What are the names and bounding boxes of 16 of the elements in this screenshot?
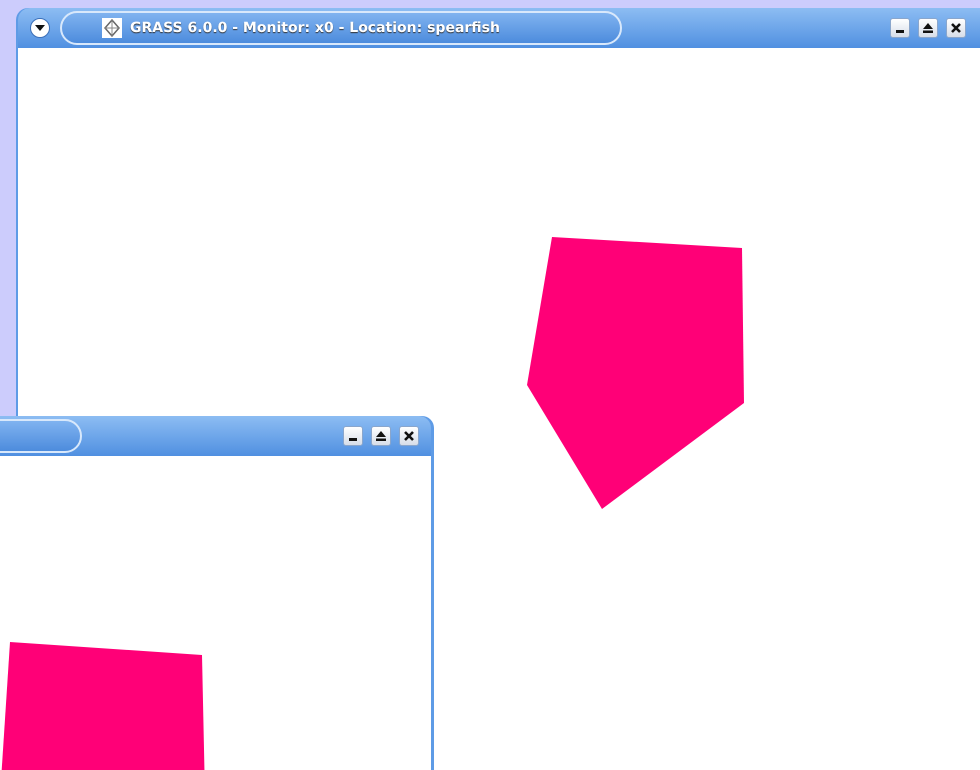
shade-button[interactable] [371,426,391,446]
close-button[interactable] [946,18,966,38]
minimize-icon [896,30,904,33]
app-logo-icon [102,18,122,38]
shade-button[interactable] [918,18,938,38]
minimize-icon [349,438,357,441]
minimize-button[interactable] [890,18,910,38]
window-menu-button[interactable] [30,18,50,38]
window-title: GRASS 6.0.0 - Monitor: x0 - Location: spearfish [130,18,500,38]
close-icon [404,431,414,441]
close-icon [951,23,961,33]
caret-down-icon [35,25,45,31]
eject-icon [376,431,386,441]
minimize-button[interactable] [343,426,363,446]
close-button[interactable] [399,426,419,446]
eject-icon [923,23,933,33]
